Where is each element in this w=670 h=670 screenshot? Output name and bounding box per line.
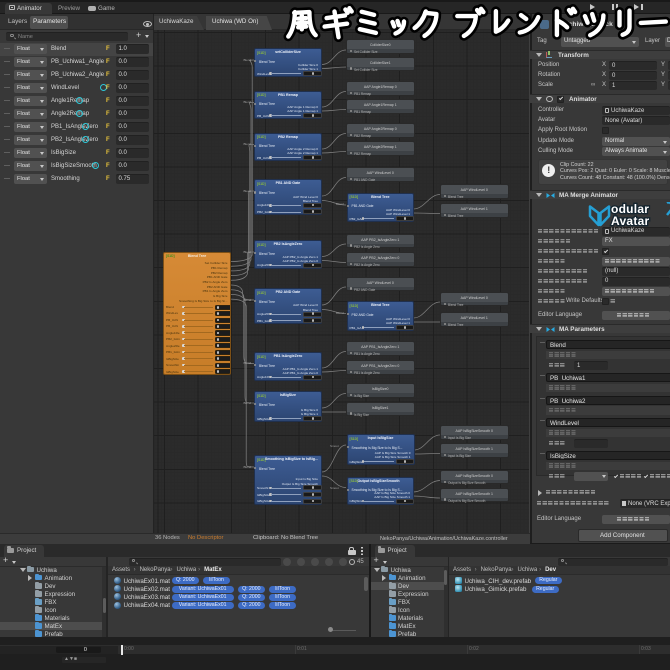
svg-text:Avatar: Avatar <box>611 214 649 227</box>
